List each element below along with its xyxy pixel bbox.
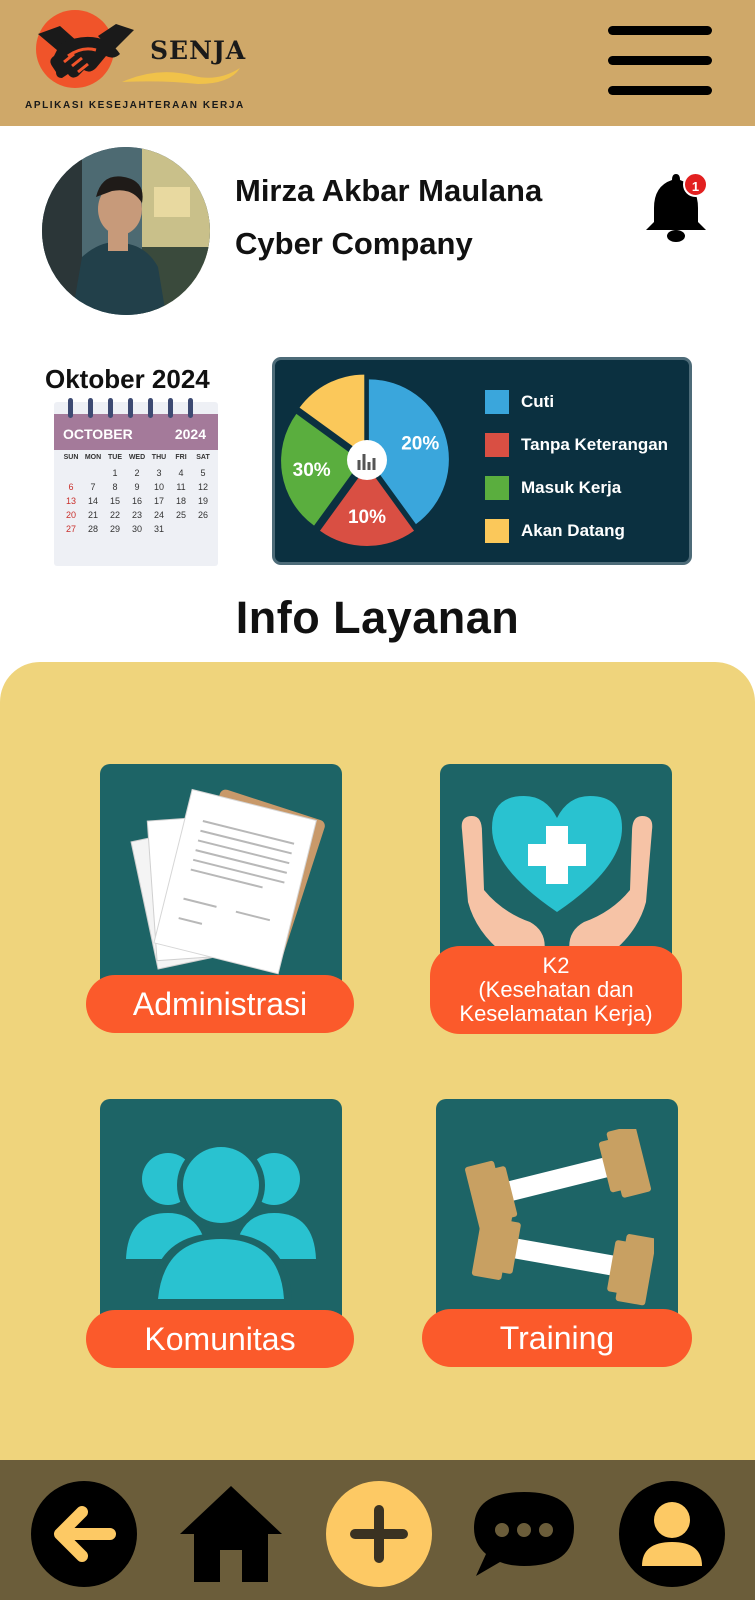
calendar-day[interactable]: 30 xyxy=(126,522,148,536)
pie-data-label: 10% xyxy=(348,507,386,528)
calendar-title: Oktober 2024 xyxy=(45,364,210,394)
calendar-day[interactable]: 1 xyxy=(104,466,126,480)
pie-data-label: 20% xyxy=(401,434,439,455)
calendar-day[interactable]: 24 xyxy=(148,508,170,522)
profile-name: Mirza Akbar Maulana xyxy=(235,173,543,208)
calendar-day[interactable]: 19 xyxy=(192,494,214,508)
avatar[interactable] xyxy=(42,147,210,315)
legend-swatch xyxy=(485,519,509,543)
calendar-day[interactable]: 14 xyxy=(82,494,104,508)
legend-swatch xyxy=(485,433,509,457)
service-komunitas[interactable]: Komunitas xyxy=(86,1099,354,1369)
service-administrasi[interactable]: Administrasi xyxy=(86,764,354,1034)
section-title: Info Layanan xyxy=(235,592,520,643)
calendar-day[interactable]: 21 xyxy=(82,508,104,522)
calendar-empty-cell xyxy=(60,466,82,480)
service-training[interactable]: Training xyxy=(422,1099,692,1369)
hamburger-menu-icon[interactable] xyxy=(606,24,714,98)
chat-icon[interactable] xyxy=(470,1488,578,1582)
avatar-photo xyxy=(42,147,210,315)
bar-chart-icon xyxy=(362,454,366,470)
calendar-day[interactable]: 18 xyxy=(170,494,192,508)
legend-label: Masuk Kerja xyxy=(521,478,622,497)
service-label: Komunitas xyxy=(86,1310,354,1368)
calendar-day[interactable]: 28 xyxy=(82,522,104,536)
chart-center-badge xyxy=(347,440,387,480)
calendar-day[interactable]: 29 xyxy=(104,522,126,536)
logo-swoosh xyxy=(122,68,240,84)
calendar-day[interactable]: 2 xyxy=(126,466,148,480)
service-k2[interactable]: K2 (Kesehatan dan Keselamatan Kerja) xyxy=(430,764,682,1034)
calendar-year-label: 2024 xyxy=(174,426,206,442)
calendar-widget[interactable]: OCTOBER 2024 SUN MON TUE WED THU FRI SAT 12345… xyxy=(54,398,218,566)
bar-chart-icon xyxy=(357,460,361,470)
notification-badge: 1 xyxy=(683,172,708,197)
pie-data-label: 30% xyxy=(293,460,331,481)
dumbbell-icon xyxy=(465,1129,654,1306)
legend-swatch xyxy=(485,476,509,500)
calendar-day[interactable]: 11 xyxy=(170,480,192,494)
calendar-day[interactable]: 9 xyxy=(126,480,148,494)
calendar-days: 1 2 3 4 5 6 7 8 9 10 11 12 13 14 15 16 17 18 19 20 21 22 23 24 2… xyxy=(60,466,214,536)
profile-company: Cyber Company xyxy=(235,226,473,261)
calendar-weekday: TUE xyxy=(108,454,122,461)
community-icon xyxy=(126,1141,316,1299)
calendar-day[interactable]: 26 xyxy=(192,508,214,522)
calendar-day[interactable]: 17 xyxy=(148,494,170,508)
calendar-day[interactable]: 12 xyxy=(192,480,214,494)
health-hands-icon xyxy=(461,796,653,954)
calendar-empty-cell xyxy=(82,466,104,480)
calendar-weekday: THU xyxy=(151,454,167,461)
top-bar: SENJA APLIKASI KESEJAHTERAAN KERJA xyxy=(0,0,755,126)
calendar-day[interactable]: 4 xyxy=(170,466,192,480)
calendar-day[interactable]: 27 xyxy=(60,522,82,536)
calendar-month-label: OCTOBER xyxy=(63,426,133,442)
calendar-day[interactable]: 20 xyxy=(60,508,82,522)
senja-logo[interactable]: SENJA APLIKASI KESEJAHTERAAN KERJA xyxy=(22,8,262,118)
calendar-day[interactable]: 23 xyxy=(126,508,148,522)
legend-label: Akan Datang xyxy=(521,521,625,540)
k2-label-line-2: (Kesehatan dan xyxy=(478,977,634,1002)
legend-swatch xyxy=(485,390,509,414)
calendar-day[interactable]: 7 xyxy=(82,480,104,494)
legend-label: Cuti xyxy=(521,392,555,411)
app-screen: SENJA APLIKASI KESEJAHTERAAN KERJA Mirza… xyxy=(0,0,755,1600)
add-icon[interactable] xyxy=(325,1480,433,1588)
services-panel: Administrasi K2 (Kesehatan dan Keselamat… xyxy=(0,662,755,1462)
calendar-day[interactable]: 8 xyxy=(104,480,126,494)
calendar-day[interactable]: 5 xyxy=(192,466,214,480)
home-icon[interactable] xyxy=(178,1484,284,1582)
k2-label-line-3: Keselamatan Kerja) xyxy=(459,1001,653,1026)
calendar-weekday: FRI xyxy=(175,454,187,461)
calendar-day[interactable]: 22 xyxy=(104,508,126,522)
calendar-day[interactable]: 25 xyxy=(170,508,192,522)
back-arrow-icon[interactable] xyxy=(30,1480,138,1588)
calendar-day[interactable]: 3 xyxy=(148,466,170,480)
calendar-day[interactable]: 31 xyxy=(148,522,170,536)
calendar-day[interactable]: 15 xyxy=(104,494,126,508)
legend-label: Tanpa Keterangan xyxy=(521,435,669,454)
calendar-rings-icon xyxy=(68,398,193,418)
calendar-weekday: MON xyxy=(84,454,102,461)
calendar-weekday: SAT xyxy=(196,454,210,461)
profile-icon[interactable] xyxy=(618,1480,726,1588)
service-label: Training xyxy=(422,1309,692,1367)
documents-icon xyxy=(130,788,325,975)
calendar-weekdays: SUN MON TUE WED THU FRI SAT xyxy=(60,454,214,461)
bar-chart-icon xyxy=(367,462,371,470)
calendar-day[interactable]: 6 xyxy=(60,480,82,494)
calendar-day[interactable]: 13 xyxy=(60,494,82,508)
calendar-day[interactable]: 16 xyxy=(126,494,148,508)
attendance-pie-chart: 20% 10% 30% xyxy=(281,374,449,546)
logo-tagline: APLIKASI KESEJAHTERAAN KERJA xyxy=(25,100,245,111)
k2-label-line-1: K2 xyxy=(542,953,570,978)
service-label: K2 (Kesehatan dan Keselamatan Kerja) xyxy=(430,946,682,1034)
calendar-weekday: WED xyxy=(128,454,146,461)
bottom-navigation xyxy=(0,1460,755,1600)
calendar-weekday: SUN xyxy=(63,454,79,461)
service-label: Administrasi xyxy=(86,975,354,1033)
bar-chart-icon xyxy=(372,458,376,470)
calendar-day[interactable]: 10 xyxy=(148,480,170,494)
attendance-chart-card[interactable]: 20% 10% 30% Cuti Tanpa Keterangan Masuk Kerj… xyxy=(272,357,692,565)
